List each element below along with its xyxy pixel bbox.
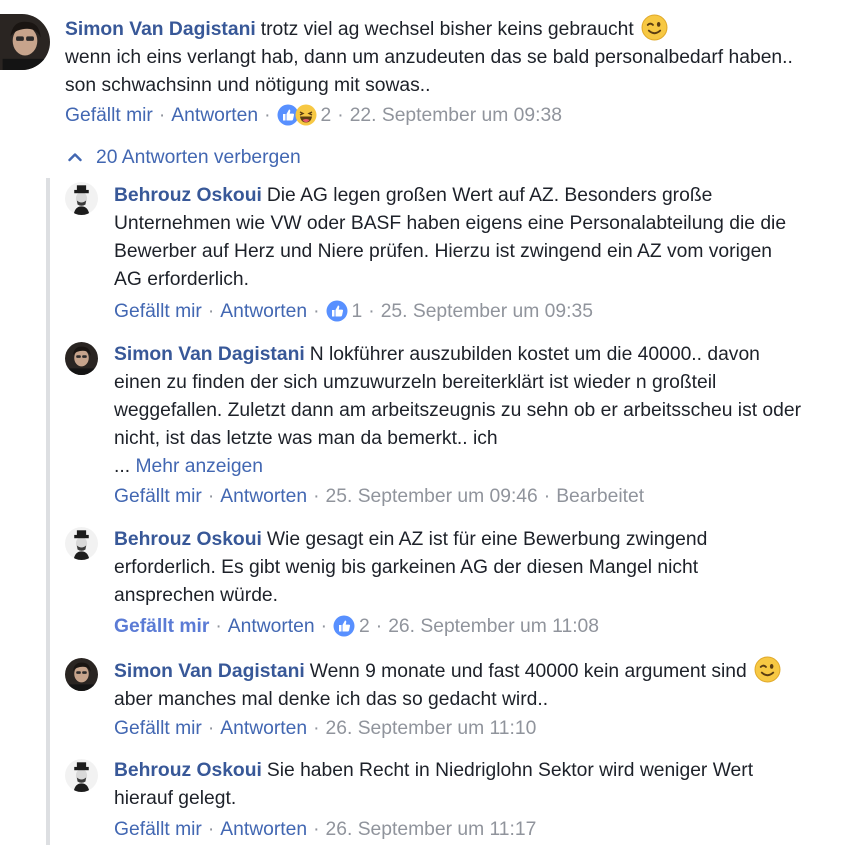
reply-actions: Gefällt mir · Antworten · 26. September um 1… — [114, 718, 537, 739]
reaction-count: 2 — [359, 616, 370, 637]
reply-ellipsis: ... — [114, 456, 131, 477]
avatar[interactable] — [65, 658, 98, 691]
like-link[interactable]: Gefällt mir — [114, 616, 209, 637]
thread-divider — [46, 178, 50, 845]
reply-body: Behrouz Oskoui Die AG legen großen Wert a… — [114, 182, 804, 294]
hide-replies-label: 20 Antworten verbergen — [96, 147, 301, 168]
hide-replies-toggle[interactable]: 20 Antworten verbergen — [68, 145, 301, 171]
reply-text: Wenn 9 monate und fast 40000 kein argume… — [309, 661, 747, 682]
comment-actions: Gefällt mir · Antworten · 2 · 22. September um… — [65, 104, 562, 126]
reply-link[interactable]: Antworten — [220, 819, 307, 840]
reactions-summary[interactable]: 2 — [333, 616, 370, 637]
reply-actions: Gefällt mir · Antworten · 26. September um 1… — [114, 819, 537, 840]
reply-body: Simon Van Dagistani N lokführer auszubild… — [114, 341, 804, 481]
reply-author-link[interactable]: Behrouz Oskoui — [114, 185, 262, 206]
timestamp[interactable]: 25. September um 09:46 — [326, 486, 538, 507]
avatar[interactable] — [65, 342, 98, 375]
like-link[interactable]: Gefällt mir — [114, 718, 202, 739]
reply-author-link[interactable]: Behrouz Oskoui — [114, 760, 262, 781]
reply-actions: Gefällt mir · Antworten · 2 · 26. September um… — [114, 616, 599, 637]
reply-actions: Gefällt mir · Antworten · 25. September um 0… — [114, 486, 645, 507]
timestamp[interactable]: 22. September um 09:38 — [350, 105, 562, 126]
reply-author-link[interactable]: Simon Van Dagistani — [114, 661, 305, 682]
timestamp[interactable]: 26. September um 11:10 — [326, 718, 537, 739]
like-link[interactable]: Gefällt mir — [114, 301, 202, 322]
like-reaction-icon — [326, 300, 348, 322]
reply-link[interactable]: Antworten — [171, 105, 258, 126]
comment-author-link[interactable]: Simon Van Dagistani — [65, 19, 256, 40]
see-more-link[interactable]: Mehr anzeigen — [135, 456, 263, 477]
comment-text-continued: wenn ich eins verlangt hab, dann um anzu… — [65, 47, 793, 96]
reactions-summary[interactable]: 2 — [277, 104, 332, 126]
reply-link[interactable]: Antworten — [220, 486, 307, 507]
timestamp[interactable]: 26. September um 11:17 — [326, 819, 537, 840]
like-link[interactable]: Gefällt mir — [114, 486, 202, 507]
reactions-summary[interactable]: 1 — [326, 300, 363, 322]
reply-body: Behrouz Oskoui Wie gesagt ein AZ ist für … — [114, 526, 804, 610]
timestamp[interactable]: 25. September um 09:35 — [381, 301, 593, 322]
like-link[interactable]: Gefällt mir — [114, 819, 202, 840]
reply-link[interactable]: Antworten — [220, 718, 307, 739]
reaction-count: 1 — [351, 301, 363, 322]
edited-label[interactable]: Bearbeitet — [556, 486, 644, 507]
reply-link[interactable]: Antworten — [228, 616, 315, 637]
like-reaction-icon — [333, 615, 355, 637]
reply-text-continued: aber manches mal denke ich das so gedach… — [114, 689, 549, 710]
wink-emoji-icon — [754, 656, 781, 683]
like-link[interactable]: Gefällt mir — [65, 105, 153, 126]
reply-body: Simon Van Dagistani Wenn 9 monate und fas… — [114, 656, 804, 714]
avatar[interactable] — [65, 527, 98, 560]
avatar[interactable] — [65, 759, 98, 792]
haha-reaction-icon — [295, 104, 317, 126]
reply-author-link[interactable]: Behrouz Oskoui — [114, 529, 262, 550]
avatar[interactable] — [65, 182, 98, 215]
reply-link[interactable]: Antworten — [220, 301, 307, 322]
comment-body: Simon Van Dagistani trotz viel ag wechsel… — [65, 14, 795, 100]
chevron-up-icon — [68, 152, 82, 162]
avatar[interactable] — [0, 14, 50, 70]
timestamp[interactable]: 26. September um 11:08 — [388, 616, 599, 637]
comment-text: trotz viel ag wechsel bisher keins gebra… — [260, 19, 634, 40]
reaction-count: 2 — [320, 105, 332, 126]
wink-emoji-icon — [641, 14, 668, 41]
reply-actions: Gefällt mir · Antworten · 1 · 25. September um… — [114, 300, 593, 322]
reply-author-link[interactable]: Simon Van Dagistani — [114, 344, 305, 365]
reply-body: Behrouz Oskoui Sie haben Recht in Niedrig… — [114, 757, 804, 813]
